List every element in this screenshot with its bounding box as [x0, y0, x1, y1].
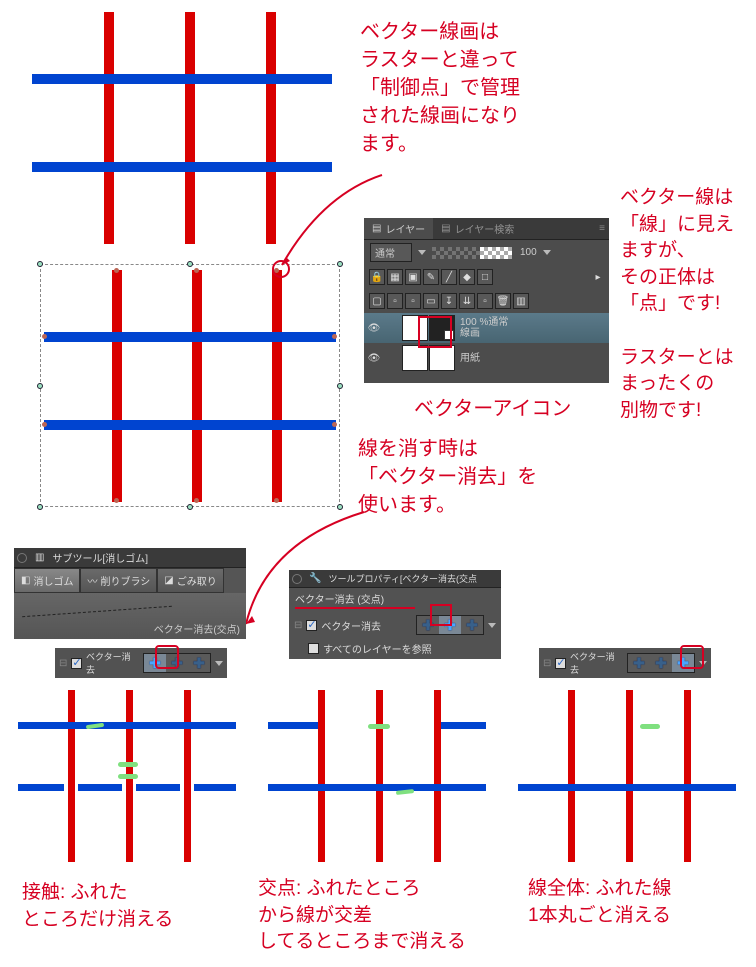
delete-icon[interactable]: 🗑 — [495, 293, 511, 309]
layer-name: 線画 — [460, 328, 508, 339]
caption-whole: 線全体: ふれた線 1本丸ごと消える — [528, 876, 756, 929]
new-layer-icon[interactable]: ▫ — [387, 293, 403, 309]
caption-touch: 接触: ふれた ところだけ消える — [22, 880, 242, 933]
layers-list: 👁 100 %通常 線画 👁 用紙 — [364, 313, 609, 383]
ruler-icon[interactable]: ╱ — [441, 269, 457, 285]
v-line — [104, 12, 114, 244]
mode-bar-label: ベクター消去 — [570, 650, 621, 676]
tab-layer-search[interactable]: ▤ レイヤー検索 — [433, 218, 522, 239]
vector-erase-checkbox[interactable] — [306, 620, 317, 631]
mode-bar-label: ベクター消去 — [86, 650, 137, 676]
opacity-value: 100 — [520, 247, 537, 258]
note-vector-erase: 線を消す時は 「ベクター消去」を 使います。 — [358, 435, 588, 519]
mode-whole-icon[interactable]: ✚ — [461, 616, 483, 634]
folder-icon[interactable]: ▭ — [423, 293, 439, 309]
preview-label: ベクター消去(交点) — [154, 621, 240, 636]
vector-icon-highlight — [418, 316, 452, 348]
v-line — [266, 12, 276, 244]
layers-icon: ▤ — [372, 223, 381, 234]
grid-intersect-result — [268, 690, 486, 862]
red-underline — [295, 607, 415, 609]
vector-erase-checkbox[interactable] — [555, 658, 566, 669]
tab-shave-brush[interactable]: 〰削りブラシ — [80, 568, 157, 593]
vector-erase-label: ベクター消去 — [321, 618, 381, 633]
search-icon: ▤ — [441, 223, 450, 234]
blend-mode-row: 通常 100 — [364, 240, 609, 265]
layer-row-paper[interactable]: 👁 用紙 — [364, 343, 609, 373]
note-vector-control-points: ベクター線画は ラスターと違って 「制御点」で管理 された線画になり ます。 — [360, 18, 610, 158]
note-vector-is-points: ベクター線は 「線」に見え ますが、 その正体は 「点」です! ラスターとは ま… — [620, 185, 756, 424]
mode-intersect-icon[interactable]: ✚ — [650, 654, 672, 672]
ref-icon[interactable]: ◆ — [459, 269, 475, 285]
layer-name: 用紙 — [460, 353, 480, 364]
chevron-icon[interactable]: ▸ — [592, 269, 604, 285]
all-layers-row: すべてのレイヤーを参照 — [289, 638, 501, 659]
mode-whole-icon[interactable]: ✚ — [188, 654, 210, 672]
tab-dust[interactable]: ◪ごみ取り — [157, 568, 223, 593]
merge-icon[interactable]: ⇊ — [459, 293, 475, 309]
draft-icon[interactable]: □ — [477, 269, 493, 285]
all-layers-checkbox[interactable] — [308, 643, 319, 654]
vector-erase-checkbox[interactable] — [71, 658, 82, 669]
mode-touch-icon[interactable]: ✚ — [628, 654, 650, 672]
brush-icon: 〰 — [87, 573, 97, 588]
subtool-preview[interactable]: ベクター消去(交点) — [14, 593, 246, 639]
caption-intersect: 交点: ふれたところ から線が交差 してるところまで消える — [258, 876, 508, 956]
pen-icon[interactable]: ✎ — [423, 269, 439, 285]
v-line — [185, 12, 195, 244]
vector-erase-row: ⊟ ベクター消去 ✚ ✚ ✚ — [289, 612, 501, 638]
grid-whole-result — [518, 690, 736, 862]
paper-thumb — [429, 345, 455, 371]
mode-highlight-left — [155, 645, 179, 669]
opacity-slider[interactable] — [432, 247, 512, 259]
all-layers-label: すべてのレイヤーを参照 — [323, 641, 432, 656]
new-icon[interactable]: ▫ — [477, 293, 493, 309]
dustpan-icon: ◪ — [164, 575, 173, 586]
blend-mode-select[interactable]: 通常 — [370, 243, 412, 262]
mask-icon[interactable]: ▢ — [369, 293, 385, 309]
mode-highlight-mid — [430, 604, 452, 626]
subtool-title: サブツール[消しゴム] — [48, 548, 152, 567]
layer-toolbar-2: ▢ ▫ ▫ ▭ ↧ ⇊ ▫ 🗑 ▥ — [364, 289, 609, 313]
transfer-icon[interactable]: ↧ — [441, 293, 457, 309]
eye-icon[interactable]: 👁 — [366, 351, 382, 365]
wrench-icon: 🔧 — [306, 571, 324, 586]
panel-tabs: ▤ レイヤー ▤ レイヤー検索 ≡ — [364, 218, 609, 240]
subtool-panel: ▥ サブツール[消しゴム] ◧消しゴム 〰削りブラシ ◪ごみ取り ベクター消去(… — [14, 548, 246, 639]
clip-icon[interactable]: ▣ — [405, 269, 421, 285]
tab-layer[interactable]: ▤ レイヤー — [364, 218, 433, 239]
chevron-down-icon[interactable] — [488, 623, 496, 628]
panel-menu-icon[interactable]: ≡ — [595, 223, 609, 234]
layer-row-linework[interactable]: 👁 100 %通常 線画 — [364, 313, 609, 343]
eye-icon[interactable]: 👁 — [366, 321, 382, 335]
label-vector-icon: ベクターアイコン — [414, 395, 571, 423]
mode-highlight-right — [680, 645, 704, 669]
grid-selected — [44, 270, 336, 502]
layer-opacity-label: 100 %通常 — [460, 317, 508, 328]
chevron-down-icon[interactable] — [418, 250, 426, 255]
lock-alpha-icon[interactable]: ▦ — [387, 269, 403, 285]
mode-bar-left: ⊟ ベクター消去 ✚ ✚ ✚ — [55, 648, 227, 678]
grip-icon: ▥ — [31, 550, 48, 565]
lock-icon[interactable]: 🔒 — [369, 269, 385, 285]
toolprop-title: ツールプロパティ[ベクター消去(交点 — [324, 570, 481, 587]
two-pane-icon[interactable]: ▥ — [513, 293, 529, 309]
chevron-down-icon[interactable] — [543, 250, 551, 255]
layer-toolbar-1: 🔒 ▦ ▣ ✎ ╱ ◆ □ ▸ — [364, 265, 609, 289]
dot-icon — [17, 553, 27, 563]
h-line — [32, 162, 332, 172]
eraser-tabs: ◧消しゴム 〰削りブラシ ◪ごみ取り — [14, 568, 246, 593]
chevron-down-icon[interactable] — [215, 661, 223, 666]
layer-thumb — [402, 345, 428, 371]
grid-touch-result — [18, 690, 236, 862]
h-line — [32, 74, 332, 84]
tool-property-panel: 🔧 ツールプロパティ[ベクター消去(交点 ベクター消去 (交点) ⊟ ベクター消… — [289, 570, 501, 659]
new-color-icon[interactable]: ▫ — [405, 293, 421, 309]
tab-eraser[interactable]: ◧消しゴム — [14, 568, 80, 593]
toolprop-subtitle: ベクター消去 (交点) — [295, 595, 384, 606]
dot-icon — [292, 574, 302, 584]
eraser-icon: ◧ — [21, 575, 30, 586]
layers-panel: ▤ レイヤー ▤ レイヤー検索 ≡ 通常 100 🔒 ▦ ▣ ✎ ╱ ◆ □ ▸… — [364, 218, 609, 383]
